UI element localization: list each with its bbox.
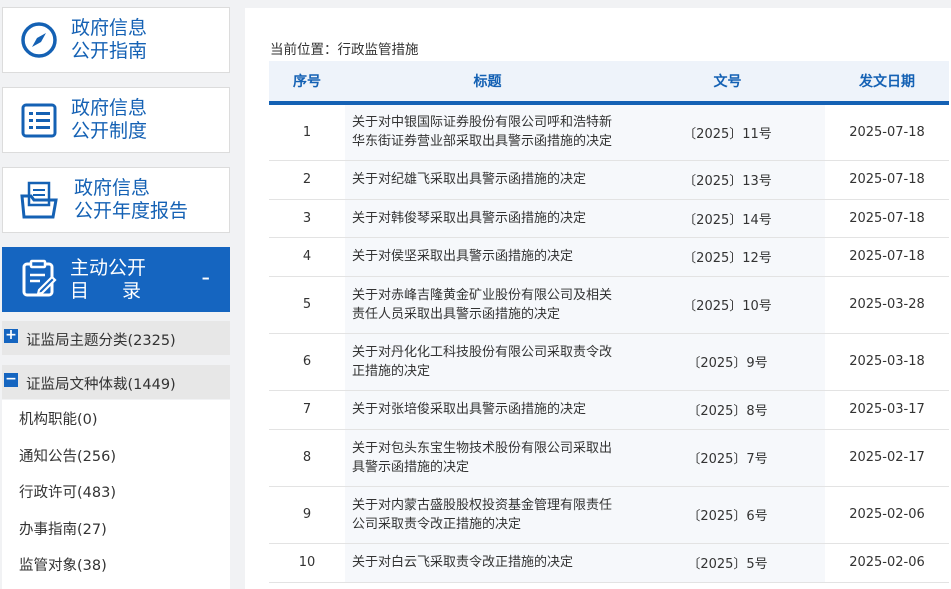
row-title-link[interactable]: 关于对张培俊采取出具警示函措施的决定 [345,390,630,430]
row-doc-number: 〔2025〕11号 [630,103,825,161]
nav-card-active-disclosure[interactable]: 主动公开 目录 - [2,247,230,312]
sub-item-permit[interactable]: 行政许可(483) [19,481,116,502]
tree-node-label: 证监局文种体裁(1449) [26,377,176,393]
expand-plus-icon[interactable]: + [4,328,18,343]
nav-card-line1: 政府信息 [74,177,151,199]
table-row: 10 关于对白云飞采取责令改正措施的决定 〔2025〕5号 2025-02-06 [269,543,949,583]
active-card-line2: 目录 [70,280,142,302]
list-icon [21,103,57,138]
main-panel: 当前位置：行政监管措施 序号 标题 文号 发文日期 1 关于对中银国际证券股份有… [245,8,951,589]
row-date: 2025-07-18 [825,160,949,200]
row-index: 1 [269,103,345,161]
row-index: 3 [269,199,345,238]
header-title: 标题 [345,61,630,105]
sub-item-institution[interactable]: 机构职能(0) [19,408,98,429]
genre-sub-list: 机构职能(0) 通知公告(256) 行政许可(483) 办事指南(27) 监管对… [2,400,230,589]
row-doc-number: 〔2025〕8号 [630,390,825,430]
row-date: 2025-07-18 [825,199,949,238]
sub-item-notice[interactable]: 通知公告(256) [19,445,116,466]
row-doc-number: 〔2025〕14号 [630,199,825,238]
row-index: 2 [269,160,345,200]
row-doc-number: 〔2025〕12号 [630,237,825,277]
row-title-link[interactable]: 关于对纪雄飞采取出具警示函措施的决定 [345,160,630,200]
table-row: 2 关于对纪雄飞采取出具警示函措施的决定 〔2025〕13号 2025-07-1… [269,160,949,200]
row-title-link[interactable]: 关于对赤峰吉隆黄金矿业股份有限公司及相关责任人员采取出具警示函措施的决定 [345,276,630,334]
row-index: 4 [269,237,345,277]
nav-card-disclosure-system[interactable]: 政府信息 公开制度 [2,87,230,153]
nav-card-annual-report[interactable]: 政府信息 公开年度报告 [2,167,230,233]
edit-doc-icon [22,259,57,297]
folder-doc-icon [20,181,58,219]
row-date: 2025-02-06 [825,486,949,544]
row-title-link[interactable]: 关于对丹化化工科技股份有限公司采取责令改正措施的决定 [345,333,630,391]
table-row: 7 关于对张培俊采取出具警示函措施的决定 〔2025〕8号 2025-03-17 [269,390,949,430]
header-doc-number: 文号 [630,61,825,105]
table-row: 4 关于对侯坚采取出具警示函措施的决定 〔2025〕12号 2025-07-18 [269,237,949,277]
row-date: 2025-02-17 [825,429,949,487]
table-header-row: 序号 标题 文号 发文日期 [269,61,949,105]
table-row: 6 关于对丹化化工科技股份有限公司采取责令改正措施的决定 〔2025〕9号 20… [269,333,949,391]
row-doc-number: 〔2025〕6号 [630,486,825,544]
nav-card-disclosure-guide[interactable]: 政府信息 公开指南 [2,7,230,73]
compass-icon [21,22,57,58]
tree-node-document-genre[interactable]: − 证监局文种体裁(1449) [2,365,230,400]
nav-card-line1: 政府信息 [71,17,148,39]
row-title-link[interactable]: 关于对侯坚采取出具警示函措施的决定 [345,237,630,277]
table-row: 3 关于对韩俊琴采取出具警示函措施的决定 〔2025〕14号 2025-07-1… [269,199,949,238]
sub-item-supervised[interactable]: 监管对象(38) [19,554,107,575]
row-doc-number: 〔2025〕5号 [630,543,825,583]
row-index: 7 [269,390,345,430]
row-title-link[interactable]: 关于对韩俊琴采取出具警示函措施的决定 [345,199,630,238]
row-title-link[interactable]: 关于对包头东宝生物技术股份有限公司采取出具警示函措施的决定 [345,429,630,487]
active-card-line1: 主动公开 [70,257,147,279]
table-row: 8 关于对包头东宝生物技术股份有限公司采取出具警示函措施的决定 〔2025〕7号… [269,429,949,487]
table-row: 5 关于对赤峰吉隆黄金矿业股份有限公司及相关责任人员采取出具警示函措施的决定 〔… [269,276,949,334]
row-title-link[interactable]: 关于对白云飞采取责令改正措施的决定 [345,543,630,583]
collapse-minus-icon[interactable]: − [4,372,18,387]
tree-node-theme-category[interactable]: + 证监局主题分类(2325) [2,321,230,356]
row-index: 5 [269,276,345,334]
sub-item-guide[interactable]: 办事指南(27) [19,518,107,539]
row-doc-number: 〔2025〕10号 [630,276,825,334]
row-doc-number: 〔2025〕7号 [630,429,825,487]
row-date: 2025-07-18 [825,103,949,161]
row-title-link[interactable]: 关于对内蒙古盛股股权投资基金管理有限责任公司采取责令改正措施的决定 [345,486,630,544]
row-date: 2025-03-28 [825,276,949,334]
row-index: 8 [269,429,345,487]
breadcrumb: 当前位置：行政监管措施 [270,42,419,58]
nav-card-line2: 公开制度 [71,120,148,142]
tree-node-label: 证监局主题分类(2325) [26,333,176,349]
nav-card-line2: 公开指南 [71,40,148,62]
row-title-link[interactable]: 关于对中银国际证券股份有限公司呼和浩特新华东街证券营业部采取出具警示函措施的决定 [345,103,630,161]
row-date: 2025-03-18 [825,333,949,391]
row-doc-number: 〔2025〕9号 [630,333,825,391]
collapse-toggle[interactable]: - [201,265,210,289]
measures-table: 序号 标题 文号 发文日期 1 关于对中银国际证券股份有限公司呼和浩特新华东街证… [269,61,949,583]
header-date: 发文日期 [825,61,949,105]
row-index: 6 [269,333,345,391]
row-index: 10 [269,543,345,583]
header-index: 序号 [269,61,345,105]
row-date: 2025-02-06 [825,543,949,583]
table-row: 9 关于对内蒙古盛股股权投资基金管理有限责任公司采取责令改正措施的决定 〔202… [269,486,949,544]
row-doc-number: 〔2025〕13号 [630,160,825,200]
table-row: 1 关于对中银国际证券股份有限公司呼和浩特新华东街证券营业部采取出具警示函措施的… [269,103,949,161]
nav-card-line1: 政府信息 [71,97,148,119]
row-date: 2025-03-17 [825,390,949,430]
row-date: 2025-07-18 [825,237,949,277]
nav-card-line2: 公开年度报告 [74,200,189,222]
row-index: 9 [269,486,345,544]
